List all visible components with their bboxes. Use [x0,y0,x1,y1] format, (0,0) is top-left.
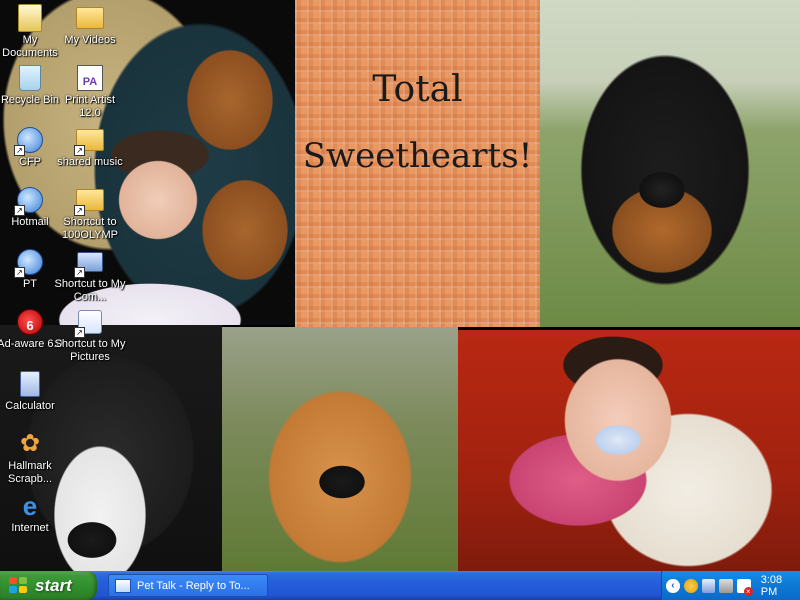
messenger-tray-icon[interactable] [683,578,698,593]
photo-chow-chow [222,327,458,571]
shortcut-arrow-icon: ↗ [74,327,85,338]
desktop-icon-my-videos[interactable]: My Videos [54,2,126,47]
icon-label: Shortcut to 100OLYMP [61,216,119,241]
desktop-icon-calculator[interactable]: Calculator [0,368,66,413]
show-hidden-icons-icon[interactable]: ‹ [666,578,680,593]
system-tray: ‹ 3:08 PM [661,571,800,600]
desktop-icon-shared-music[interactable]: ↗ shared music [54,124,126,169]
icon-label: My Videos [64,34,116,46]
my-computer-icon: ↗ [74,246,106,278]
web-shortcut-icon: ↗ [14,184,46,216]
ad-aware-icon: 6 [14,306,46,338]
hallmark-icon: ✿ [19,430,41,457]
network-tray-icon[interactable] [701,578,716,593]
wallpaper-title-line1: Total [372,69,463,110]
clock[interactable]: 3:08 PM [761,574,800,598]
shortcut-arrow-icon: ↗ [14,205,25,216]
my-videos-folder-icon [74,2,106,34]
desktop-icon-print-artist[interactable]: PA Print Artist 12.0 [54,62,126,120]
windows-logo-icon [9,576,29,595]
desktop-icon-shortcut-my-computer[interactable]: ↗ Shortcut to My Com... [54,246,126,304]
start-label: start [35,575,72,595]
icon-label: Hallmark Scrapb... [7,460,53,485]
browser-window-icon [115,578,131,593]
icon-label: Print Artist 12.0 [64,94,116,119]
shortcut-arrow-icon: ↗ [74,145,85,156]
title-panel: Total Sweethearts! [295,0,540,327]
calculator-icon [14,368,46,400]
folder-icon: ↗ [74,124,106,156]
shortcut-arrow-icon: ↗ [14,145,25,156]
shortcut-arrow-icon: ↗ [74,267,85,278]
start-button[interactable]: start [0,571,97,600]
my-pictures-icon: ↗ [74,306,106,338]
desktop-icon-internet[interactable]: e Internet [0,490,66,535]
photo-baby-held [458,330,800,571]
shortcut-arrow-icon: ↗ [74,205,85,216]
icon-label: Shortcut to My Com... [54,278,126,303]
desktop-icon-shortcut-100olymp[interactable]: ↗ Shortcut to 100OLYMP [54,184,126,242]
taskbar: start Pet Talk - Reply to To... ‹ 3:08 P… [0,571,800,600]
web-shortcut-icon: ↗ [14,124,46,156]
shortcut-arrow-icon: ↗ [14,267,25,278]
volume-tray-icon[interactable] [719,578,733,593]
task-label: Pet Talk - Reply to To... [137,579,250,592]
icon-label: Calculator [5,400,55,412]
my-documents-icon [14,2,46,34]
photo-rottweiler [540,0,800,327]
recycle-bin-icon [14,62,46,94]
internet-explorer-icon: e [22,491,38,521]
web-shortcut-icon: ↗ [14,246,46,278]
desktop-icon-shortcut-my-pictures[interactable]: ↗ Shortcut to My Pictures [54,306,126,364]
taskbar-button-pet-talk[interactable]: Pet Talk - Reply to To... [108,574,268,597]
print-artist-icon: PA [74,62,106,94]
folder-icon: ↗ [74,184,106,216]
security-alert-tray-icon[interactable] [737,578,753,596]
icon-label: shared music [57,156,123,168]
wallpaper-title-line2: Sweethearts! [302,136,533,176]
icon-label: Shortcut to My Pictures [54,338,126,363]
icon-label: Internet [11,522,49,534]
desktop-icon-hallmark[interactable]: ✿ Hallmark Scrapb... [0,428,66,486]
